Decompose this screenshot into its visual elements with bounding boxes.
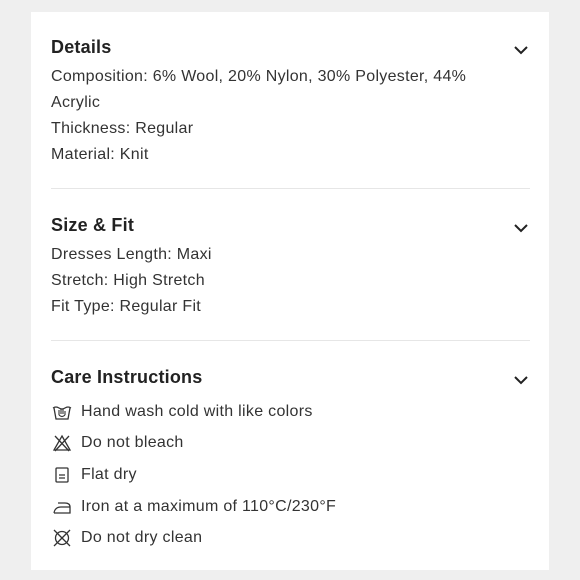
details-header[interactable]: Details xyxy=(51,34,531,60)
size-fit-section: Size & Fit Dresses Length: Maxi Stretch:… xyxy=(51,212,531,320)
section-divider xyxy=(51,188,530,189)
no-bleach-icon xyxy=(51,432,73,454)
product-info-card: Details Composition: 6% Wool, 20% Nylon,… xyxy=(31,12,549,570)
chevron-down-icon[interactable] xyxy=(513,42,529,58)
details-line: Acrylic xyxy=(51,94,101,111)
iron-icon xyxy=(51,496,73,518)
care-item: Flat dry xyxy=(51,459,531,491)
care-item-label: Iron at a maximum of 110°C/230°F xyxy=(81,497,337,515)
size-fit-title: Size & Fit xyxy=(51,214,135,235)
size-fit-line: Dresses Length: Maxi xyxy=(51,246,212,263)
care-title: Care Instructions xyxy=(51,366,203,387)
chevron-down-icon[interactable] xyxy=(513,372,529,388)
details-title: Details xyxy=(51,36,112,57)
care-item-label: Do not bleach xyxy=(81,434,184,452)
care-section: Care Instructions Hand wash cold with li… xyxy=(51,364,531,554)
details-line: Thickness: Regular xyxy=(51,120,194,137)
details-line: Material: Knit xyxy=(51,146,149,163)
care-item-label: Flat dry xyxy=(81,465,137,483)
care-item: Iron at a maximum of 110°C/230°F xyxy=(51,491,531,523)
care-item-label: Hand wash cold with like colors xyxy=(81,402,313,420)
care-item: Hand wash cold with like colors xyxy=(51,396,531,428)
flat-dry-icon xyxy=(51,464,73,486)
hand-wash-icon xyxy=(51,401,73,423)
chevron-down-icon[interactable] xyxy=(513,220,529,236)
care-item: Do not dry clean xyxy=(51,522,531,554)
details-content: Composition: 6% Wool, 20% Nylon, 30% Pol… xyxy=(51,64,531,168)
care-list: Hand wash cold with like colors Do not b… xyxy=(51,396,531,554)
care-item-label: Do not dry clean xyxy=(81,529,203,547)
section-divider xyxy=(51,340,530,341)
care-item: Do not bleach xyxy=(51,428,531,460)
size-fit-content: Dresses Length: Maxi Stretch: High Stret… xyxy=(51,242,531,320)
details-line: Composition: 6% Wool, 20% Nylon, 30% Pol… xyxy=(51,68,467,85)
size-fit-line: Fit Type: Regular Fit xyxy=(51,298,202,315)
care-header[interactable]: Care Instructions xyxy=(51,364,531,390)
no-dry-clean-icon xyxy=(51,527,73,549)
size-fit-line: Stretch: High Stretch xyxy=(51,272,205,289)
details-section: Details Composition: 6% Wool, 20% Nylon,… xyxy=(51,34,531,168)
size-fit-header[interactable]: Size & Fit xyxy=(51,212,531,238)
